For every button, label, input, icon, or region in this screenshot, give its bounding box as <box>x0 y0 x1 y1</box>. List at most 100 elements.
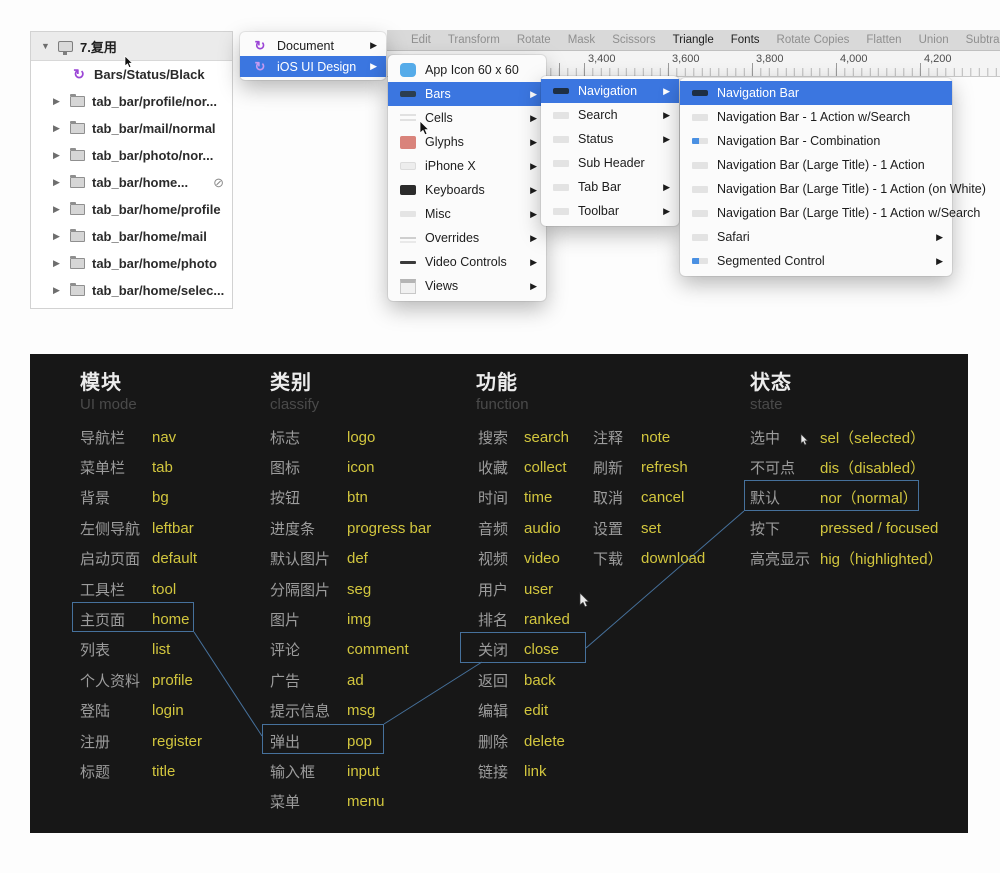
submenu-arrow-icon: ▶ <box>663 206 670 217</box>
term-en: delete <box>524 733 565 750</box>
mouse-cursor <box>419 120 431 137</box>
menu-item-overrides[interactable]: Overrides▶ <box>388 226 546 250</box>
menu-item-segmented-control[interactable]: Segmented Control▶ <box>680 249 952 273</box>
menu-item-app-icon-60-x-60[interactable]: App Icon 60 x 60 <box>388 58 546 82</box>
disclosure-right-icon[interactable]: ▶ <box>53 231 63 242</box>
toolbar-rotate-copies[interactable]: Rotate Copies <box>777 34 850 46</box>
naming-convention-chart: 模块UI mode导航栏nav菜单栏tab背景bg左侧导航leftbar启动页面… <box>30 354 968 833</box>
term-row-nor-normal: 默认nor（normal） <box>750 487 918 509</box>
menu-item-ios-ui-design[interactable]: ↻iOS UI Design▶ <box>240 56 386 77</box>
menu-item-misc[interactable]: Misc▶ <box>388 202 546 226</box>
term-row-audio: 音频audio <box>478 517 561 539</box>
menu-item-document[interactable]: ↻Document▶ <box>240 35 386 56</box>
term-cn: 刷新 <box>593 457 641 478</box>
term-cn: 标题 <box>80 761 152 782</box>
menu-item-keyboards[interactable]: Keyboards▶ <box>388 178 546 202</box>
menu-item-toolbar[interactable]: Toolbar▶ <box>541 199 679 223</box>
term-cn: 列表 <box>80 639 152 660</box>
term-cn: 启动页面 <box>80 548 152 569</box>
term-en: comment <box>347 641 409 658</box>
term-cn: 时间 <box>478 487 524 508</box>
disclosure-right-icon[interactable]: ▶ <box>53 285 63 296</box>
menu-item-navigation-bar-large-title-1-action-on-white[interactable]: Navigation Bar (Large Title) - 1 Action … <box>680 177 952 201</box>
menu-item-search[interactable]: Search▶ <box>541 103 679 127</box>
toolbar-mask[interactable]: Mask <box>568 34 595 46</box>
navigation-submenu: Navigation BarNavigation Bar - 1 Action … <box>680 78 952 276</box>
toolbar-transform[interactable]: Transform <box>448 34 500 46</box>
term-row-video: 视频video <box>478 548 560 570</box>
layer-row-tab-bar-home[interactable]: ▶tab_bar/home...⊘ <box>31 169 232 196</box>
term-row-register: 注册register <box>80 730 202 752</box>
term-en: icon <box>347 459 375 476</box>
hidden-eye-icon[interactable]: ⊘ <box>213 175 224 191</box>
term-en: search <box>524 429 569 446</box>
layer-row-tab-bar-mail-normal[interactable]: ▶tab_bar/mail/normal <box>31 115 232 142</box>
symbol-icon: ↻ <box>252 38 268 54</box>
folder-icon <box>70 96 85 107</box>
toolbar-fonts[interactable]: Fonts <box>731 34 760 46</box>
thumb-light-icon <box>692 162 708 169</box>
menu-item-navigation-bar-1-action-w-search[interactable]: Navigation Bar - 1 Action w/Search <box>680 105 952 129</box>
toolbar-triangle[interactable]: Triangle <box>673 34 714 46</box>
disclosure-down-icon[interactable]: ▼ <box>41 41 51 51</box>
disclosure-right-icon[interactable]: ▶ <box>53 150 63 161</box>
insert-context-menu: ↻Document▶↻iOS UI Design▶ <box>240 32 386 80</box>
term-row-note: 注释note <box>593 426 670 448</box>
layer-label: tab_bar/home/mail <box>92 229 232 244</box>
term-row-cancel: 取消cancel <box>593 487 684 509</box>
term-en: refresh <box>641 459 688 476</box>
term-row-nav: 导航栏nav <box>80 426 176 448</box>
menu-item-label: Views <box>425 279 521 293</box>
toolbar-union[interactable]: Union <box>919 34 949 46</box>
layer-row-tab-bar-home-selec[interactable]: ▶tab_bar/home/selec... <box>31 277 232 304</box>
disclosure-right-icon[interactable]: ▶ <box>53 258 63 269</box>
term-row-logo: 标志logo <box>270 426 375 448</box>
menu-item-navigation-bar-combination[interactable]: Navigation Bar - Combination <box>680 129 952 153</box>
ruler-tick-label: 3,400 <box>588 53 616 65</box>
term-row-login: 登陆login <box>80 700 184 722</box>
menu-item-label: Keyboards <box>425 183 521 197</box>
symbol-icon: ↻ <box>71 66 87 83</box>
term-row-title: 标题title <box>80 760 175 782</box>
toolbar-edit[interactable]: Edit <box>411 34 431 46</box>
menu-item-safari[interactable]: Safari▶ <box>680 225 952 249</box>
column-subtitle-classify: classify <box>270 396 319 413</box>
layer-label: tab_bar/photo/nor... <box>92 148 232 163</box>
menu-item-navigation[interactable]: Navigation▶ <box>541 79 679 103</box>
menu-item-video-controls[interactable]: Video Controls▶ <box>388 250 546 274</box>
submenu-arrow-icon: ▶ <box>370 40 377 51</box>
menu-item-tab-bar[interactable]: Tab Bar▶ <box>541 175 679 199</box>
layer-row-tab-bar-photo-nor[interactable]: ▶ tab_bar/photo/nor... <box>31 142 232 169</box>
term-row-home: 主页面home <box>80 608 190 630</box>
menu-item-sub-header[interactable]: Sub Header <box>541 151 679 175</box>
term-cn: 菜单 <box>270 791 347 812</box>
layer-row-tab-bar-home-profile[interactable]: ▶tab_bar/home/profile <box>31 196 232 223</box>
menu-item-cells[interactable]: Cells▶ <box>388 106 546 130</box>
toolbar-scissors[interactable]: Scissors <box>612 34 655 46</box>
submenu-arrow-icon: ▶ <box>530 89 537 100</box>
term-en: tool <box>152 581 176 598</box>
artboard-label: 7.复用 <box>80 37 117 56</box>
layer-row-tab-bar-profile-nor[interactable]: ▶tab_bar/profile/nor... <box>31 88 232 115</box>
disclosure-right-icon[interactable]: ▶ <box>53 204 63 215</box>
menu-item-navigation-bar-large-title-1-action[interactable]: Navigation Bar (Large Title) - 1 Action <box>680 153 952 177</box>
disclosure-right-icon[interactable]: ▶ <box>53 96 63 107</box>
term-row-default: 启动页面default <box>80 548 197 570</box>
toolbar-flatten[interactable]: Flatten <box>866 34 901 46</box>
term-en: login <box>152 702 184 719</box>
layer-row-tab-bar-home-mail[interactable]: ▶ tab_bar/home/mail <box>31 223 232 250</box>
menu-item-bars[interactable]: Bars▶ <box>388 82 546 106</box>
column-title-模块: 模块 <box>80 366 122 395</box>
toolbar-subtract[interactable]: Subtract <box>966 34 1000 46</box>
menu-item-navigation-bar-large-title-1-action-w-search[interactable]: Navigation Bar (Large Title) - 1 Action … <box>680 201 952 225</box>
layer-row-tab-bar-home-photo[interactable]: ▶tab_bar/home/photo <box>31 250 232 277</box>
toolbar-rotate[interactable]: Rotate <box>517 34 551 46</box>
menu-item-views[interactable]: Views▶ <box>388 274 546 298</box>
menu-item-status[interactable]: Status▶ <box>541 127 679 151</box>
disclosure-right-icon[interactable]: ▶ <box>53 177 63 188</box>
menu-item-iphone-x[interactable]: iPhone X▶ <box>388 154 546 178</box>
disclosure-right-icon[interactable]: ▶ <box>53 123 63 134</box>
menu-item-navigation-bar[interactable]: Navigation Bar <box>680 81 952 105</box>
menu-item-glyphs[interactable]: Glyphs▶ <box>388 130 546 154</box>
term-en: btn <box>347 489 368 506</box>
